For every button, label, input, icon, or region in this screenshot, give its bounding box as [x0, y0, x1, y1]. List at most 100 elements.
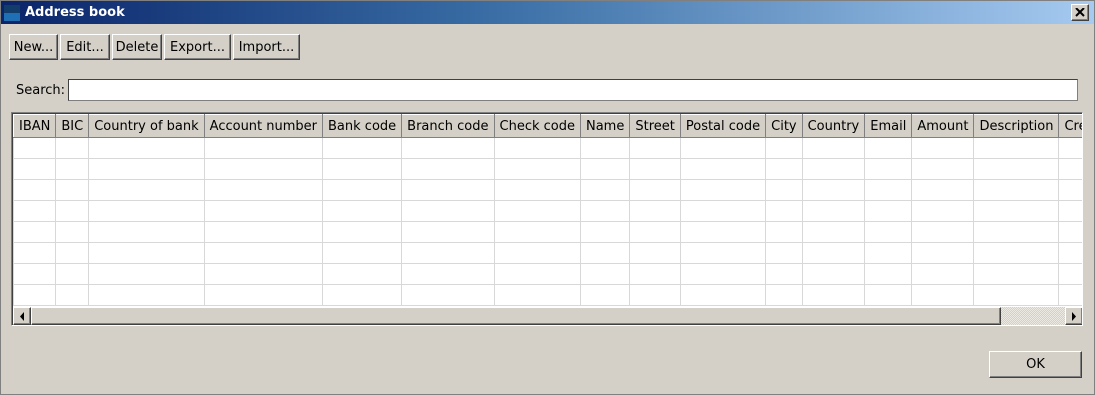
table-cell[interactable] [973, 242, 1060, 264]
table-cell[interactable] [55, 200, 90, 222]
table-cell[interactable] [973, 137, 1060, 159]
table-cell[interactable] [864, 200, 913, 222]
table-cell[interactable] [911, 137, 975, 159]
table-cell[interactable] [801, 284, 866, 306]
table-cell[interactable] [401, 263, 495, 285]
table-cell[interactable] [864, 221, 913, 243]
table-cell[interactable] [1058, 242, 1082, 264]
table-cell[interactable] [864, 284, 913, 306]
table-cell[interactable] [629, 200, 681, 222]
table-cell[interactable] [765, 242, 803, 264]
table-cell[interactable] [493, 221, 581, 243]
table-cell[interactable] [765, 158, 803, 180]
table-cell[interactable] [322, 179, 403, 201]
scroll-right-button[interactable] [1065, 307, 1082, 325]
table-cell[interactable] [88, 263, 205, 285]
table-cell[interactable] [864, 179, 913, 201]
table-cell[interactable] [401, 284, 495, 306]
table-cell[interactable] [88, 158, 205, 180]
table-cell[interactable] [203, 137, 324, 159]
table-cell[interactable] [973, 284, 1060, 306]
table-cell[interactable] [765, 284, 803, 306]
table-cell[interactable] [765, 137, 803, 159]
table-cell[interactable] [973, 221, 1060, 243]
table-cell[interactable] [973, 263, 1060, 285]
table-cell[interactable] [322, 284, 403, 306]
column-header-creditor[interactable]: Creditor [1058, 114, 1082, 138]
table-cell[interactable] [679, 242, 767, 264]
table-cell[interactable] [55, 158, 90, 180]
table-cell[interactable] [579, 242, 631, 264]
table-cell[interactable] [629, 221, 681, 243]
table-cell[interactable] [629, 179, 681, 201]
table-cell[interactable] [864, 263, 913, 285]
column-header-bic[interactable]: BIC [55, 114, 90, 138]
table-cell[interactable] [322, 221, 403, 243]
table-cell[interactable] [765, 263, 803, 285]
table-cell[interactable] [88, 242, 205, 264]
table-cell[interactable] [629, 242, 681, 264]
table-row[interactable] [13, 158, 1082, 180]
table-row[interactable] [13, 263, 1082, 285]
table-cell[interactable] [864, 137, 913, 159]
table-cell[interactable] [801, 263, 866, 285]
table-cell[interactable] [801, 221, 866, 243]
table-cell[interactable] [203, 242, 324, 264]
table-cell[interactable] [911, 158, 975, 180]
table-cell[interactable] [801, 242, 866, 264]
table-cell[interactable] [13, 158, 57, 180]
table-cell[interactable] [322, 263, 403, 285]
table-cell[interactable] [322, 200, 403, 222]
table-cell[interactable] [55, 137, 90, 159]
table-cell[interactable] [1058, 284, 1082, 306]
column-header-street[interactable]: Street [629, 114, 681, 138]
table-row[interactable] [13, 200, 1082, 222]
table-cell[interactable] [801, 179, 866, 201]
table-cell[interactable] [88, 200, 205, 222]
table-row[interactable] [13, 137, 1082, 159]
table-cell[interactable] [911, 284, 975, 306]
table-cell[interactable] [88, 179, 205, 201]
table-cell[interactable] [493, 137, 581, 159]
table-cell[interactable] [911, 221, 975, 243]
table-cell[interactable] [493, 200, 581, 222]
column-header-city[interactable]: City [765, 114, 803, 138]
table-cell[interactable] [55, 284, 90, 306]
table-cell[interactable] [679, 263, 767, 285]
table-cell[interactable] [322, 242, 403, 264]
table-row[interactable] [13, 284, 1082, 306]
table-cell[interactable] [973, 179, 1060, 201]
table-cell[interactable] [911, 179, 975, 201]
column-header-iban[interactable]: IBAN [13, 114, 57, 138]
table-cell[interactable] [579, 263, 631, 285]
table-row[interactable] [13, 179, 1082, 201]
table-cell[interactable] [765, 179, 803, 201]
table-cell[interactable] [322, 137, 403, 159]
table-cell[interactable] [55, 242, 90, 264]
table-cell[interactable] [55, 221, 90, 243]
table-cell[interactable] [88, 137, 205, 159]
table-cell[interactable] [13, 200, 57, 222]
table-cell[interactable] [579, 221, 631, 243]
table-cell[interactable] [1058, 200, 1082, 222]
title-bar[interactable]: Address book [1, 1, 1094, 24]
column-header-email[interactable]: Email [864, 114, 913, 138]
table-cell[interactable] [679, 137, 767, 159]
table-cell[interactable] [911, 263, 975, 285]
table-cell[interactable] [401, 137, 495, 159]
table-cell[interactable] [401, 221, 495, 243]
table-row[interactable] [13, 242, 1082, 264]
column-header-postal-code[interactable]: Postal code [679, 114, 767, 138]
table-cell[interactable] [679, 200, 767, 222]
horizontal-scrollbar[interactable] [13, 307, 1082, 325]
table-cell[interactable] [1058, 137, 1082, 159]
table-cell[interactable] [801, 158, 866, 180]
column-header-amount[interactable]: Amount [911, 114, 975, 138]
scrollbar-thumb[interactable] [31, 307, 1001, 325]
table-cell[interactable] [493, 179, 581, 201]
column-header-description[interactable]: Description [973, 114, 1060, 138]
table-cell[interactable] [55, 263, 90, 285]
table-cell[interactable] [203, 179, 324, 201]
close-button[interactable] [1071, 4, 1089, 21]
table-cell[interactable] [13, 179, 57, 201]
